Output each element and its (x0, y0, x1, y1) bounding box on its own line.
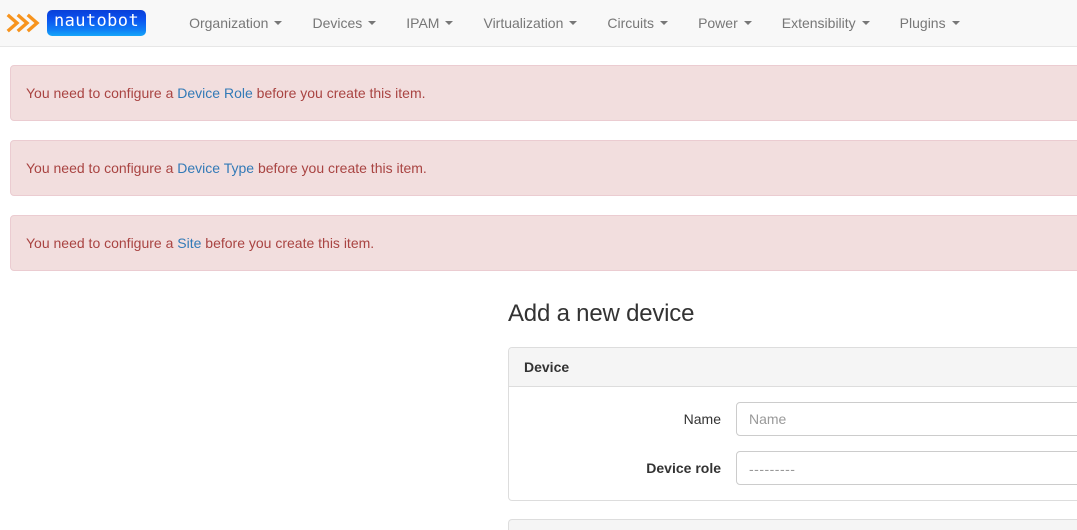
chevron-down-icon (368, 21, 377, 25)
nav-item-virtualization[interactable]: Virtualization (468, 0, 592, 46)
brand-home-link[interactable]: nautobot (0, 0, 154, 46)
alert-link-site[interactable]: Site (177, 235, 201, 251)
main-navbar: nautobot Organization Devices IPAM Virtu… (0, 0, 1077, 47)
nav-label-devices: Devices (312, 15, 363, 31)
label-name: Name (683, 411, 721, 427)
nav-item-circuits[interactable]: Circuits (592, 0, 683, 46)
chevron-down-icon (861, 21, 870, 25)
alert-text-suffix: before you create this item. (201, 235, 375, 251)
nav-label-virtualization: Virtualization (483, 15, 564, 31)
form-row-device-role: Device role --------- (524, 451, 1077, 485)
nav-item-plugins[interactable]: Plugins (885, 0, 975, 46)
alert-text-prefix: You need to configure a (26, 85, 178, 101)
device-panel: Device Name Device role --------- (508, 347, 1077, 501)
device-form-area: Add a new device Device Name Device role… (0, 300, 1077, 530)
nav-label-plugins: Plugins (899, 15, 946, 31)
alert-text-suffix: before you create this item. (252, 85, 426, 101)
navbar-menu: Organization Devices IPAM Virtualization… (154, 0, 975, 46)
device-role-select[interactable]: --------- (736, 451, 1077, 485)
device-panel-heading: Device (509, 348, 1077, 387)
label-device-role: Device role (646, 460, 721, 476)
alert-device-role: You need to configure a Device Role befo… (10, 65, 1077, 121)
name-input[interactable] (736, 402, 1077, 436)
page-title: Add a new device (508, 300, 695, 327)
nav-item-power[interactable]: Power (683, 0, 767, 46)
nav-label-circuits: Circuits (607, 15, 655, 31)
chevron-down-icon (660, 21, 669, 25)
chevron-down-icon (569, 21, 578, 25)
nav-label-power: Power (698, 15, 738, 31)
device-panel-body: Name Device role --------- (509, 387, 1077, 500)
nautobot-logo-text: nautobot (47, 10, 147, 36)
alert-text-suffix: before you create this item. (254, 160, 427, 176)
chevron-down-icon (951, 21, 960, 25)
alert-device-type: You need to configure a Device Type befo… (10, 140, 1077, 196)
nav-label-organization: Organization (189, 15, 269, 31)
chevrons-right-icon (6, 12, 44, 34)
chevron-down-icon (445, 21, 454, 25)
alert-list: You need to configure a Device Role befo… (0, 47, 1077, 271)
next-panel-partial (508, 519, 1077, 530)
alert-site: You need to configure a Site before you … (10, 215, 1077, 271)
alert-link-device-role[interactable]: Device Role (177, 85, 252, 101)
alert-link-device-type[interactable]: Device Type (177, 160, 254, 176)
alert-text-prefix: You need to configure a (26, 235, 178, 251)
nav-item-organization[interactable]: Organization (174, 0, 297, 46)
nav-item-extensibility[interactable]: Extensibility (767, 0, 885, 46)
alert-text-prefix: You need to configure a (26, 160, 178, 176)
nav-label-extensibility: Extensibility (781, 15, 856, 31)
nav-item-ipam[interactable]: IPAM (391, 0, 468, 46)
form-row-name: Name (524, 402, 1077, 436)
nav-label-ipam: IPAM (406, 15, 440, 31)
chevron-down-icon (743, 21, 752, 25)
chevron-down-icon (274, 21, 283, 25)
nav-item-devices[interactable]: Devices (297, 0, 391, 46)
